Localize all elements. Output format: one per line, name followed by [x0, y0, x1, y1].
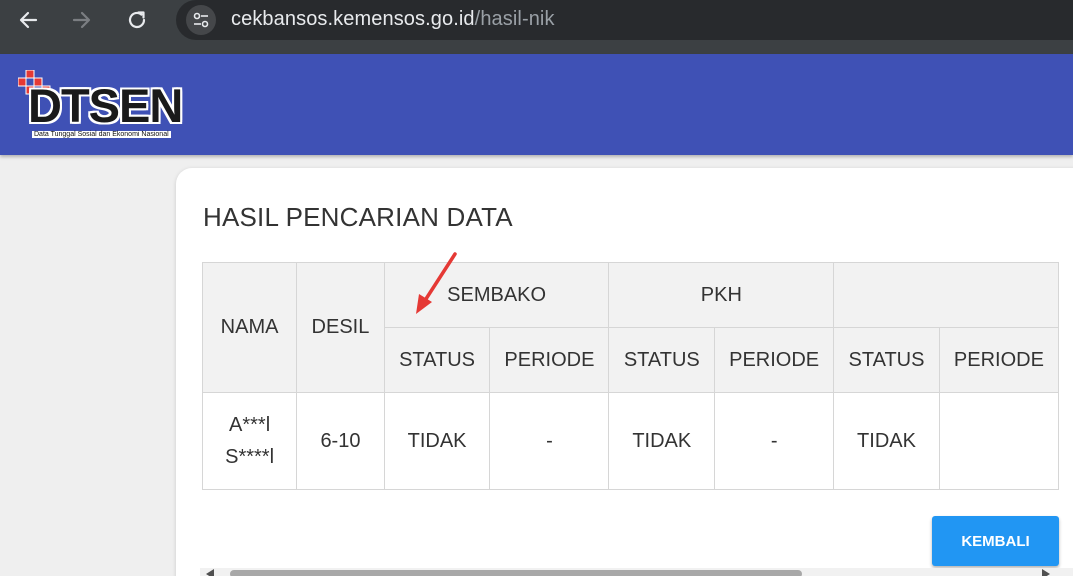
cell-sembako-status: TIDAK — [383, 392, 491, 490]
cell-sembako-periode: - — [489, 392, 610, 490]
cell-next-periode — [938, 392, 1059, 490]
nama-line-2: S****l — [225, 446, 275, 468]
header-sembako-periode: PERIODE — [489, 327, 610, 393]
reload-icon[interactable] — [121, 6, 153, 34]
address-bar[interactable]: cekbansos.kemensos.go.id/hasil-nik — [176, 0, 1073, 40]
cell-desil: 6-10 — [296, 392, 385, 490]
kembali-button[interactable]: KEMBALI — [932, 516, 1059, 566]
result-table-container[interactable]: NAMA DESIL SEMBAKO PKH STATUS PERIODE ST… — [202, 262, 1059, 490]
header-next-status: STATUS — [833, 327, 940, 393]
browser-toolbar: cekbansos.kemensos.go.id/hasil-nik — [0, 0, 1073, 54]
url-path: /hasil-nik — [474, 8, 555, 30]
scroll-left-icon[interactable] — [206, 569, 214, 576]
back-arrow-icon[interactable] — [12, 6, 44, 34]
dtsen-logo[interactable]: DTSEN Data Tunggal Sosial dan Ekonomi Na… — [18, 70, 196, 144]
site-settings-icon[interactable] — [186, 5, 216, 35]
horizontal-scrollbar[interactable] — [200, 568, 1073, 576]
header-next-periode: PERIODE — [938, 327, 1059, 393]
logo-tagline: Data Tunggal Sosial dan Ekonomi Nasional — [32, 131, 171, 138]
result-table: NAMA DESIL SEMBAKO PKH STATUS PERIODE ST… — [202, 262, 1059, 490]
header-pkh-status: STATUS — [608, 327, 716, 393]
header-nama: NAMA — [202, 262, 298, 393]
scrollbar-thumb[interactable] — [230, 570, 802, 576]
page-title: HASIL PENCARIAN DATA — [203, 202, 513, 232]
nama-line-1: A***l — [229, 414, 271, 436]
cell-nama: A***l S****l — [202, 392, 298, 490]
scroll-right-icon[interactable] — [1042, 569, 1050, 576]
logo-text: DTSEN — [28, 79, 183, 132]
header-pkh: PKH — [608, 262, 835, 328]
header-sembako-status: STATUS — [383, 327, 491, 393]
cell-pkh-periode: - — [714, 392, 835, 490]
url-domain: cekbansos.kemensos.go.id — [231, 8, 475, 30]
header-next-group — [833, 262, 1059, 328]
header-pkh-periode: PERIODE — [714, 327, 835, 393]
site-header: DTSEN Data Tunggal Sosial dan Ekonomi Na… — [0, 54, 1073, 155]
forward-arrow-icon[interactable] — [66, 6, 98, 34]
result-card: HASIL PENCARIAN DATA NAMA DESIL SEMBAKO … — [176, 168, 1073, 576]
cell-pkh-status: TIDAK — [608, 392, 716, 490]
cell-next-status: TIDAK — [833, 392, 940, 490]
annotation-arrow-icon — [416, 252, 457, 314]
header-desil: DESIL — [296, 262, 385, 393]
url-text: cekbansos.kemensos.go.id/hasil-nik — [231, 8, 555, 31]
table-row: A***l S****l 6-10 TIDAK - TIDAK - TIDAK — [202, 392, 1059, 490]
